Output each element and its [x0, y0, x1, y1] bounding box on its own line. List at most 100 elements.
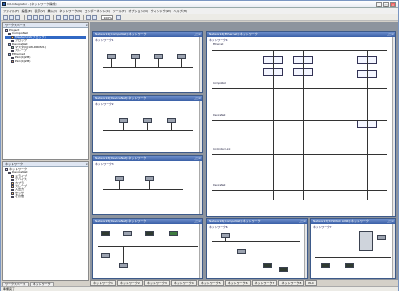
toolbar-separator: [83, 14, 85, 20]
new-icon[interactable]: [3, 14, 8, 20]
window-title: CX-Integrator - [ネットワーク構成]: [7, 2, 57, 6]
network-pane: ネットワーク × ネットワーク DeviceNet ドライブ デバイス カプラ ス…: [2, 161, 89, 281]
network-tree: ネットワーク DeviceNet ドライブ デバイス カプラ スレーブ 入出力 …: [3, 167, 88, 200]
network-line: [212, 190, 387, 191]
network-label: CompoNet: [213, 82, 226, 85]
network-window-2[interactable]: Network2[DeviceNet]:ネットワーク _□× ネットワーク2: [92, 95, 203, 153]
zoom-out-icon[interactable]: [92, 14, 98, 20]
network-line: [212, 241, 300, 242]
drop-line: [119, 181, 120, 189]
drop-line: [273, 50, 274, 200]
tree-item[interactable]: PLC(CJ2M): [5, 59, 86, 63]
network-line: [98, 246, 198, 247]
network-line: [103, 189, 183, 190]
online-icon[interactable]: [56, 14, 62, 20]
scrollbar[interactable]: [199, 161, 202, 214]
close-button[interactable]: ×: [390, 2, 396, 7]
network-line: [212, 120, 387, 121]
workspace-pane: ワークスペース × Project CompoNet MasterUnit(ブロッ…: [2, 22, 89, 160]
drop-line: [171, 123, 172, 130]
network-line: [103, 130, 193, 131]
drop-line: [225, 238, 226, 241]
title-bar: CX-Integrator - [ネットワーク構成] _ □ ×: [1, 1, 398, 8]
device-icon[interactable]: [377, 235, 386, 240]
device-icon[interactable]: [169, 231, 178, 236]
application-window: CX-Integrator - [ネットワーク構成] _ □ × ファイル(F)…: [0, 0, 399, 291]
device-icon[interactable]: [237, 249, 246, 254]
drop-line: [111, 59, 112, 67]
drop-line: [149, 181, 150, 189]
tree-item[interactable]: その他: [5, 194, 86, 199]
network-line: [212, 154, 387, 155]
toolbar-separator: [23, 14, 25, 20]
network-line: [315, 257, 391, 258]
zoom-select[interactable]: 100%: [101, 14, 114, 20]
monitor-icon[interactable]: [74, 14, 80, 20]
rack-icon[interactable]: [359, 231, 373, 251]
toolbar-separator: [53, 14, 55, 20]
window-subtitle: ネットワーク1: [95, 38, 114, 42]
network-line: [103, 67, 193, 68]
menu-component[interactable]: コンポーネント(C): [85, 9, 110, 13]
status-bar: 準備完了: [1, 286, 398, 291]
scrollbar[interactable]: [199, 37, 202, 92]
network-window-1[interactable]: Network1[CompoNet]:ネットワーク _□× ネットワーク1: [92, 31, 203, 93]
menu-help[interactable]: ヘルプ(H): [174, 9, 188, 13]
device-icon[interactable]: [145, 231, 154, 236]
scrollbar[interactable]: [199, 224, 202, 278]
device-icon[interactable]: [279, 267, 288, 272]
help-icon[interactable]: [116, 14, 122, 20]
upload-icon[interactable]: [62, 14, 68, 20]
device-icon[interactable]: [101, 231, 110, 236]
drop-line: [367, 50, 368, 200]
network-window-3[interactable]: Network3[DeviceNet]:ネットワーク _□× ネットワーク3: [92, 155, 203, 215]
menu-window[interactable]: ウィンドウ(W): [151, 9, 171, 13]
menu-tools[interactable]: ツール(T): [113, 9, 126, 13]
network-window-4[interactable]: Network4[Ethernet]:ネットワーク _□× ネットワーク4 Eth…: [206, 31, 396, 217]
device-icon[interactable]: [345, 263, 354, 268]
menu-view[interactable]: 表示(V): [35, 9, 45, 13]
save-icon[interactable]: [15, 14, 21, 20]
status-text: 準備完了: [3, 287, 16, 291]
delete-icon[interactable]: [45, 14, 51, 20]
menu-file[interactable]: ファイル(F): [3, 9, 19, 13]
network-label: DeviceNet: [213, 114, 226, 117]
device-icon[interactable]: [101, 253, 110, 258]
device-icon[interactable]: [321, 263, 330, 268]
close-icon[interactable]: ×: [85, 23, 88, 27]
network-label: Ethernet: [213, 43, 224, 46]
window-title[interactable]: Network5[DeviceNet]:ネットワーク _□×: [93, 219, 202, 224]
drop-line: [135, 59, 136, 67]
menu-network[interactable]: ネットワーク(N): [59, 9, 82, 13]
window-subtitle: ネットワーク2: [95, 102, 114, 106]
zoom-in-icon[interactable]: [86, 14, 92, 20]
scrollbar[interactable]: [392, 37, 395, 216]
copy-icon[interactable]: [32, 14, 38, 20]
scrollbar[interactable]: [392, 224, 395, 278]
drop-line: [158, 59, 159, 67]
close-icon[interactable]: ×: [85, 162, 88, 166]
toolbar: 100%: [1, 14, 398, 21]
scrollbar[interactable]: [304, 224, 307, 278]
device-icon[interactable]: [123, 231, 132, 236]
drop-line: [303, 50, 304, 200]
open-icon[interactable]: [9, 14, 15, 20]
maximize-button[interactable]: □: [383, 2, 389, 7]
menu-edit[interactable]: 編集(E): [22, 9, 32, 13]
device-icon[interactable]: [263, 263, 272, 268]
drop-line: [181, 59, 182, 67]
paste-icon[interactable]: [38, 14, 44, 20]
scrollbar[interactable]: [199, 101, 202, 152]
device-icon[interactable]: [119, 263, 128, 268]
window-subtitle: ネットワーク4: [209, 38, 228, 42]
network-window-7[interactable]: Network7[SYSMAC LINK]:ネットワーク _□× ネットワーク7: [310, 218, 396, 279]
cut-icon[interactable]: [26, 14, 32, 20]
network-window-5[interactable]: Network5[DeviceNet]:ネットワーク _□×: [92, 218, 203, 279]
network-label: Controller Link: [213, 148, 231, 151]
download-icon[interactable]: [68, 14, 74, 20]
drop-line: [123, 123, 124, 130]
menu-insert[interactable]: 挿入(I): [48, 9, 57, 13]
minimize-button[interactable]: _: [376, 2, 382, 7]
network-window-6[interactable]: Network6[CompoNet]:ネットワーク _□× ネットワーク6: [206, 218, 308, 279]
menu-options[interactable]: オプション(O): [128, 9, 148, 13]
